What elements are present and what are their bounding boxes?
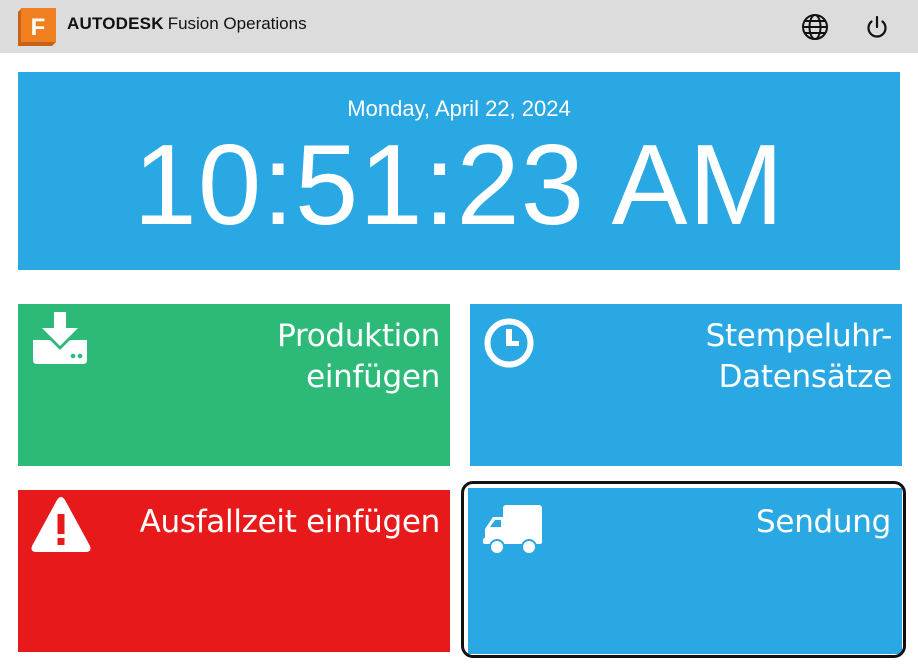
power-icon[interactable]: [862, 12, 892, 42]
tile-label: Sendung: [756, 504, 891, 540]
download-icon: [31, 312, 89, 371]
logo-letter: F: [31, 14, 46, 41]
globe-icon[interactable]: [800, 12, 830, 42]
tile-sendung[interactable]: Sendung: [468, 488, 902, 654]
app-brand: AUTODESK Fusion Operations: [67, 14, 307, 34]
brand-autodesk: AUTODESK: [67, 14, 164, 33]
tile-stempeluhr-datensaetze[interactable]: Stempeluhr- Datensätze: [470, 304, 902, 466]
tile-label: Stempeluhr- Datensätze: [705, 318, 893, 395]
current-date: Monday, April 22, 2024: [347, 96, 571, 121]
top-bar: F AUTODESK Fusion Operations: [0, 0, 918, 53]
tile-ausfallzeit-einfuegen[interactable]: Ausfallzeit einfügen: [18, 490, 450, 652]
current-time: 10:51:23 AM: [133, 122, 785, 249]
fusion-logo: F: [18, 8, 56, 46]
tile-produktion-einfuegen[interactable]: Produktion einfügen: [18, 304, 450, 466]
tile-label: Ausfallzeit einfügen: [139, 504, 441, 540]
clock-panel: Monday, April 22, 2024 10:51:23 AM: [18, 72, 900, 270]
truck-icon: [483, 505, 543, 560]
clock-icon: [483, 317, 535, 374]
warning-icon: [30, 496, 92, 559]
brand-product: Fusion Operations: [167, 14, 307, 33]
tile-label: Produktion einfügen: [277, 318, 440, 395]
